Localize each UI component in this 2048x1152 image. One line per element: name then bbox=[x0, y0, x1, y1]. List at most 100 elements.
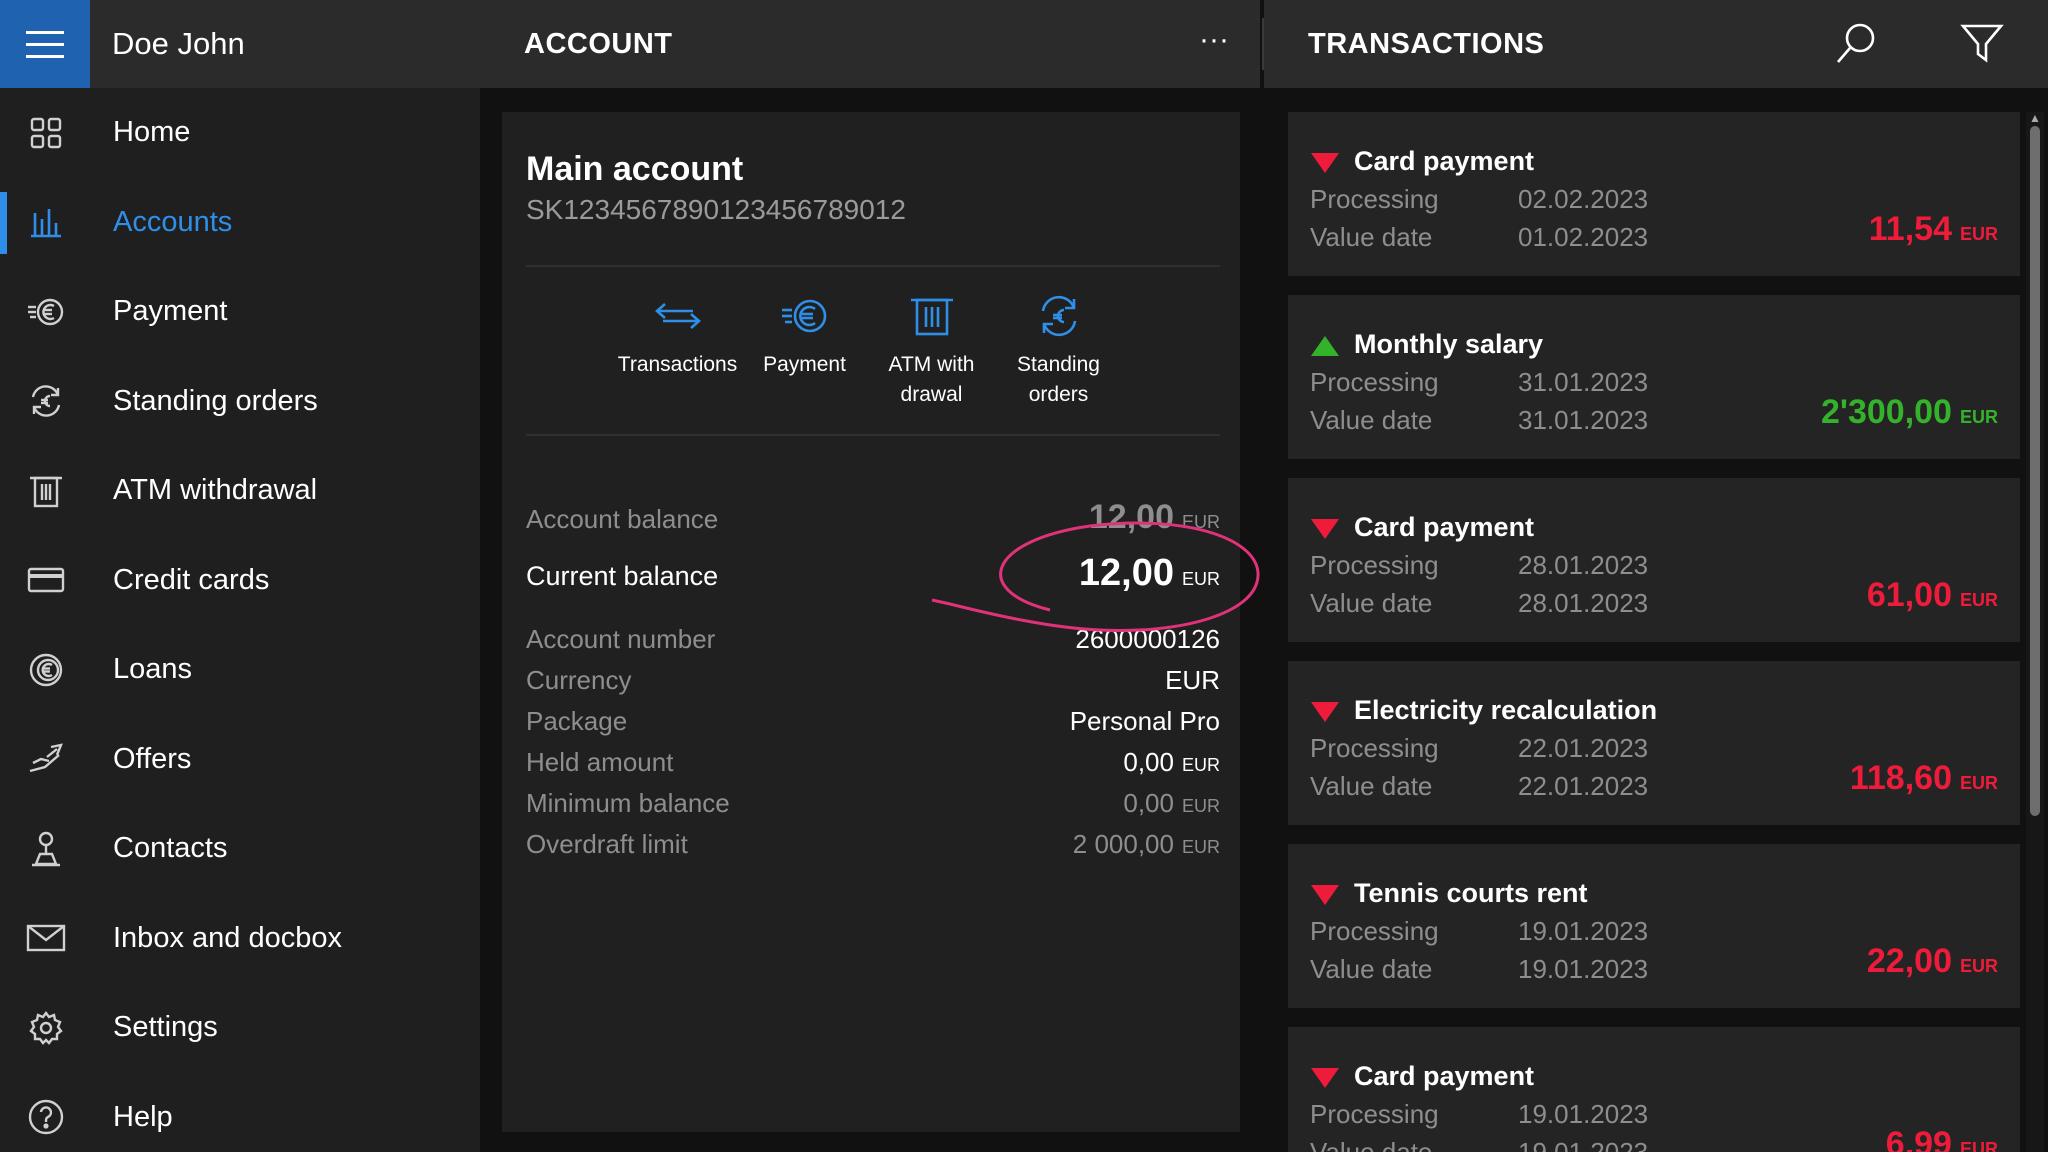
euro-cycle-icon bbox=[26, 381, 66, 421]
account-panel: Main account SK1234567890123456789012 Tr… bbox=[502, 112, 1240, 1132]
up-arrow-icon bbox=[1311, 336, 1339, 356]
transaction-item[interactable]: Tennis courts rent Processing 19.01.2023… bbox=[1288, 844, 2020, 1008]
transactions-action-button[interactable]: Transactions bbox=[614, 292, 741, 422]
euro-cycle-icon bbox=[1032, 292, 1086, 340]
currency-code: EUR bbox=[1959, 773, 1998, 793]
transaction-item[interactable]: Monthly salary Processing 31.01.2023 Val… bbox=[1288, 295, 2020, 459]
search-icon bbox=[1837, 23, 1875, 63]
euro-payment-icon bbox=[26, 292, 66, 332]
divider bbox=[526, 434, 1220, 436]
down-arrow-icon bbox=[1311, 519, 1339, 539]
sidebar-nav: Home Accounts Payment Standing orders AT… bbox=[0, 88, 480, 1152]
sidebar-item-help[interactable]: Help bbox=[0, 1073, 480, 1152]
processing-date: 31.01.2023 bbox=[1518, 367, 1649, 397]
currency-code: EUR bbox=[1181, 569, 1220, 589]
sidebar-item-label: Settings bbox=[113, 1011, 218, 1044]
processing-label: Processing bbox=[1310, 1099, 1439, 1129]
sidebar-item-settings[interactable]: Settings bbox=[0, 983, 480, 1073]
grid-icon bbox=[26, 113, 66, 153]
sidebar-item-offers[interactable]: Offers bbox=[0, 715, 480, 805]
sidebar-item-contacts[interactable]: Contacts bbox=[0, 804, 480, 894]
currency-code: EUR bbox=[1959, 407, 1998, 427]
overdraft-limit-label: Overdraft limit bbox=[526, 829, 688, 859]
scroll-up-arrow-icon[interactable]: ▲ bbox=[2029, 112, 2041, 124]
sidebar-item-atm-withdrawal[interactable]: ATM withdrawal bbox=[0, 446, 480, 536]
value-date-label: Value date bbox=[1310, 588, 1433, 618]
processing-date: 22.01.2023 bbox=[1518, 733, 1649, 763]
currency-code: EUR bbox=[1181, 755, 1220, 775]
value-date-label: Value date bbox=[1310, 1137, 1433, 1152]
held-amount-value: 0,00 bbox=[1123, 747, 1174, 777]
sidebar-item-payment[interactable]: Payment bbox=[0, 267, 480, 357]
held-amount-row: Held amount 0,00 EUR bbox=[526, 747, 1220, 778]
action-label: ATM with drawal bbox=[888, 353, 975, 406]
processing-date: 19.01.2023 bbox=[1518, 916, 1649, 946]
sidebar-item-label: ATM withdrawal bbox=[113, 474, 318, 507]
value-date: 22.01.2023 bbox=[1518, 771, 1649, 801]
atm-withdrawal-action-button[interactable]: ATM with drawal bbox=[868, 292, 995, 422]
sidebar-item-home[interactable]: Home bbox=[0, 88, 480, 178]
transaction-item[interactable]: Card payment Processing 28.01.2023 Value… bbox=[1288, 478, 2020, 642]
sidebar-item-standing-orders[interactable]: Standing orders bbox=[0, 357, 480, 447]
transfer-arrows-icon bbox=[651, 292, 705, 340]
more-options-button[interactable]: ··· bbox=[1192, 22, 1236, 66]
amount-value: 2'300,00 bbox=[1820, 393, 1952, 431]
user-name: Doe John bbox=[112, 26, 245, 61]
hamburger-menu-button[interactable] bbox=[0, 0, 90, 88]
atm-icon bbox=[26, 471, 66, 511]
current-balance-value: 12,00 bbox=[1078, 552, 1174, 594]
sidebar-item-credit-cards[interactable]: Credit cards bbox=[0, 536, 480, 626]
account-actions: Transactions Payment ATM with drawal Sta… bbox=[614, 292, 1134, 422]
account-number-row: Account number 2600000126 bbox=[526, 624, 1220, 655]
currency-code: EUR bbox=[1181, 512, 1220, 532]
minimum-balance-label: Minimum balance bbox=[526, 788, 730, 818]
down-arrow-icon bbox=[1311, 885, 1339, 905]
transaction-title: Card payment bbox=[1354, 1061, 1535, 1091]
sidebar-item-inbox-and-docbox[interactable]: Inbox and docbox bbox=[0, 894, 480, 984]
transactions-scrollbar[interactable]: ▲ bbox=[2026, 112, 2044, 1152]
amount-value: 11,54 bbox=[1868, 210, 1952, 248]
currency-code: EUR bbox=[1959, 1139, 1998, 1152]
processing-label: Processing bbox=[1310, 916, 1439, 946]
processing-label: Processing bbox=[1310, 733, 1439, 763]
value-date-label: Value date bbox=[1310, 954, 1433, 984]
down-arrow-icon bbox=[1311, 702, 1339, 722]
standing-orders-action-button[interactable]: Standing orders bbox=[995, 292, 1122, 422]
package-value: Personal Pro bbox=[1069, 706, 1220, 736]
account-iban: SK1234567890123456789012 bbox=[526, 194, 906, 225]
scroll-thumb[interactable] bbox=[2030, 126, 2040, 816]
currency-code: EUR bbox=[1959, 224, 1998, 244]
transactions-list: Card payment Processing 02.02.2023 Value… bbox=[1288, 112, 2020, 1152]
package-row: Package Personal Pro bbox=[526, 706, 1220, 737]
sidebar-item-label: Standing orders bbox=[113, 384, 318, 417]
transactions-title: TRANSACTIONS bbox=[1308, 28, 1545, 60]
transaction-title: Tennis courts rent bbox=[1354, 878, 1588, 908]
value-date: 31.01.2023 bbox=[1518, 405, 1649, 435]
currency-label: Currency bbox=[526, 665, 632, 695]
page-title: ACCOUNT bbox=[524, 28, 673, 60]
down-arrow-icon bbox=[1311, 1068, 1339, 1088]
transaction-item[interactable]: Card payment Processing 02.02.2023 Value… bbox=[1288, 112, 2020, 276]
offer-icon bbox=[26, 739, 66, 779]
account-name: Main account bbox=[526, 150, 744, 188]
atm-icon bbox=[905, 292, 959, 340]
euro-coin-icon bbox=[26, 650, 66, 690]
sidebar-item-accounts[interactable]: Accounts bbox=[0, 178, 480, 268]
mail-icon bbox=[26, 918, 66, 958]
payment-action-button[interactable]: Payment bbox=[741, 292, 868, 422]
transaction-item[interactable]: Electricity recalculation Processing 22.… bbox=[1288, 661, 2020, 825]
sidebar-item-label: Loans bbox=[113, 653, 193, 686]
processing-label: Processing bbox=[1310, 550, 1439, 580]
filter-button[interactable] bbox=[1958, 20, 2006, 68]
euro-payment-icon bbox=[778, 292, 832, 340]
sidebar-item-loans[interactable]: Loans bbox=[0, 625, 480, 715]
transaction-item[interactable]: Card payment Processing 19.01.2023 Value… bbox=[1288, 1027, 2020, 1152]
help-icon bbox=[26, 1097, 66, 1137]
current-balance-row: Current balance 12,00 EUR bbox=[526, 552, 1220, 595]
search-button[interactable] bbox=[1832, 20, 1880, 68]
transaction-title: Electricity recalculation bbox=[1354, 695, 1658, 725]
processing-date: 19.01.2023 bbox=[1518, 1099, 1649, 1129]
currency-code: EUR bbox=[1959, 956, 1998, 976]
held-amount-label: Held amount bbox=[526, 747, 674, 777]
action-label: Standing orders bbox=[1017, 353, 1100, 406]
